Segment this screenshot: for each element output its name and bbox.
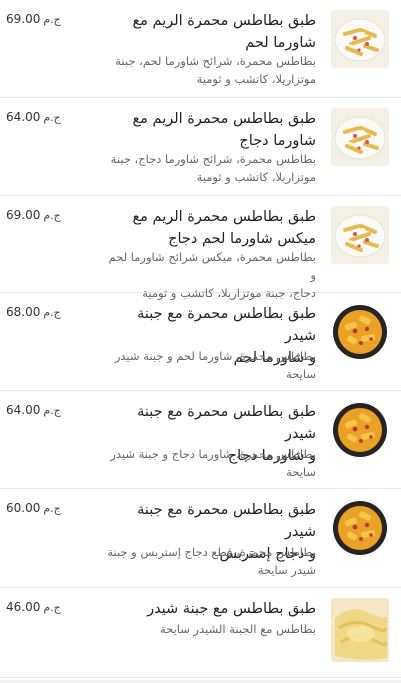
menu-item[interactable]: 60.00 ج.م طبق بطاطس محمرة مع جبنة شيدر و… — [0, 489, 401, 588]
item-title: طبق بطاطس محمرة الريم مع ميكس شاورما لحم… — [132, 209, 316, 247]
cheddar-bowl-image — [331, 499, 389, 557]
fries-plate-image — [331, 108, 389, 166]
price-value: 64.00 — [6, 403, 41, 417]
item-price: 46.00 ج.م — [6, 600, 72, 614]
price-value: 60.00 — [6, 501, 41, 515]
item-price: 64.00 ج.م — [6, 110, 72, 124]
currency-label: ج.م — [43, 601, 61, 614]
cheese-fries-image — [331, 598, 389, 662]
currency-label: ج.م — [43, 404, 61, 417]
item-description: بطاطس محمرة، شاورما دجاج و جبنة شيدر ساي… — [110, 447, 316, 479]
currency-label: ج.م — [43, 306, 61, 319]
menu-item[interactable]: 69.00 ج.م طبق بطاطس محمرة الريم مع ميكس … — [0, 196, 401, 300]
price-value: 69.00 — [6, 12, 41, 26]
item-title: طبق بطاطس محمرة الريم مع شاورما لحم — [132, 13, 316, 51]
item-price: 68.00 ج.م — [6, 305, 72, 319]
price-value: 68.00 — [6, 305, 41, 319]
menu-item[interactable]: 64.00 ج.م طبق بطاطس محمرة مع جبنة شيدر و… — [0, 391, 401, 489]
cheddar-bowl-image — [331, 303, 389, 361]
item-price: 69.00 ج.م — [6, 208, 72, 222]
item-description: بطاطس مع الجبنة الشيدر سايحة — [159, 622, 316, 636]
item-description: بطاطس محمرة، قطع دجاج إستربس و جبنة شيدر… — [107, 545, 316, 577]
item-title: طبق بطاطس محمرة الريم مع شاورما دجاج — [132, 111, 316, 149]
item-description: بطاطس محمرة، شاورما لحم و جبنة شيدر سايح… — [114, 349, 316, 381]
fries-plate-image — [331, 206, 389, 264]
menu-item[interactable]: 64.00 ج.م طبق بطاطس محمرة الريم مع شاورم… — [0, 98, 401, 196]
cheddar-bowl-image — [331, 401, 389, 459]
item-description: بطاطس محمرة، شرائح شاورما لحم، جبنة موتز… — [115, 54, 316, 86]
currency-label: ج.م — [43, 13, 61, 26]
currency-label: ج.م — [43, 209, 61, 222]
menu-item[interactable]: 69.00 ج.م طبق بطاطس محمرة الريم مع شاورم… — [0, 0, 401, 98]
item-price: 64.00 ج.م — [6, 403, 72, 417]
item-title: طبق بطاطس مع جبنة شيدر — [147, 601, 316, 617]
menu-item[interactable]: 46.00 ج.م طبق بطاطس مع جبنة شيدر بطاطس م… — [0, 588, 401, 678]
currency-label: ج.م — [43, 111, 61, 124]
price-value: 69.00 — [6, 208, 41, 222]
currency-label: ج.م — [43, 502, 61, 515]
item-description: بطاطس محمرة، شرائح شاورما دجاج، جبنة موت… — [110, 152, 316, 184]
fries-plate-image — [331, 10, 389, 68]
menu-list: 69.00 ج.م طبق بطاطس محمرة الريم مع شاورم… — [0, 0, 401, 683]
price-value: 64.00 — [6, 110, 41, 124]
price-value: 46.00 — [6, 600, 41, 614]
item-price: 60.00 ج.م — [6, 501, 72, 515]
menu-item[interactable]: 68.00 ج.م طبق بطاطس محمرة مع جبنة شيدر و… — [0, 293, 401, 391]
item-price: 69.00 ج.م — [6, 12, 72, 26]
